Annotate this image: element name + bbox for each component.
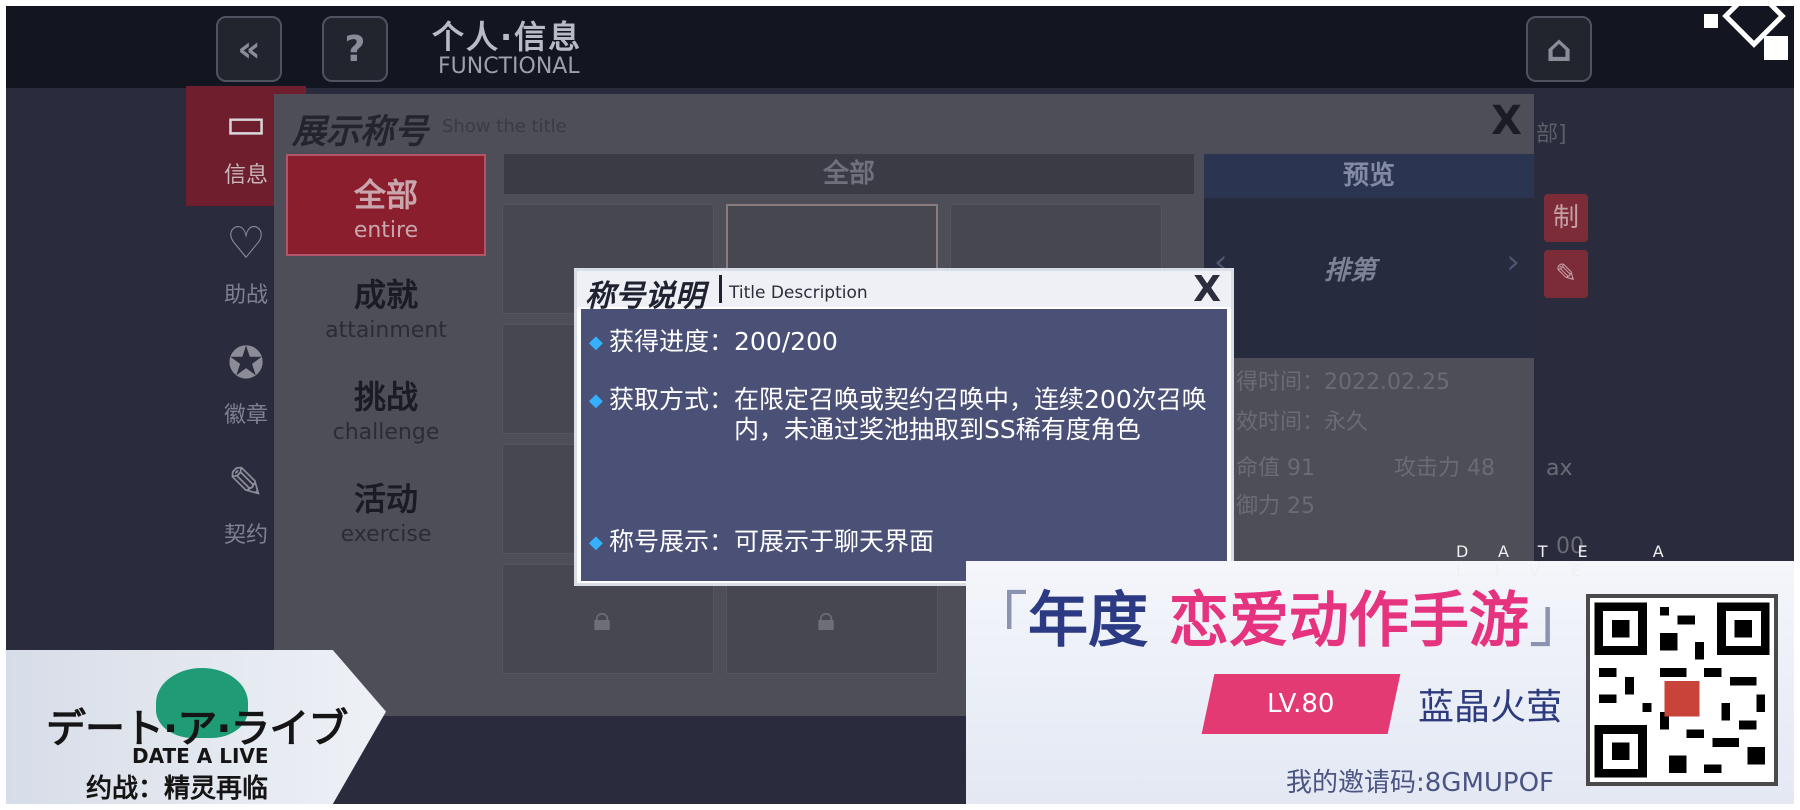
sidebar-item-label: 助战 [223, 283, 268, 308]
row-value: 可展示于聊天界面 [734, 527, 935, 556]
slogan-pink: 恋爱动作手游 [1168, 586, 1529, 656]
page-subtitle: FUNCTIONAL [438, 54, 580, 79]
back-arrow-icon: « [237, 28, 261, 70]
valid-time: 效时间：永久 [1236, 410, 1369, 435]
progress-row: ◆ 获得进度： 200/200 [589, 327, 838, 358]
player-nickname: 蓝晶火萤 [1418, 687, 1563, 728]
title-description-dialog: 称号说明 Title Description X ◆ 获得进度： 200/200… [574, 268, 1234, 586]
level-text: LV.80 [1267, 689, 1335, 719]
home-button[interactable]: ⌂ [1526, 16, 1592, 82]
tab-label: 活动 [353, 480, 418, 518]
promo-slogan: 「年度 恋爱动作手游」 [968, 572, 1589, 659]
lock-icon: 🔒︎ [817, 599, 836, 639]
dialog-subtitle: Title Description [729, 283, 868, 303]
right-tab-partial[interactable]: 部] [1536, 116, 1567, 148]
method-row: ◆ 获取方式： 在限定召唤或契约召唤中，连续200次召唤内，未通过奖池抽取到SS… [589, 385, 1214, 445]
row-value: 200/200 [734, 327, 838, 356]
tab-label: 全部 [353, 176, 418, 214]
row-value: 在限定召唤或契约召唤中，连续200次召唤内，未通过奖池抽取到SS稀有度角色 [734, 385, 1207, 444]
edit-button[interactable]: 制 [1544, 194, 1588, 242]
stat-max-partial: ax [1546, 456, 1573, 481]
diamond-bullet-icon: ◆ [589, 390, 603, 411]
tab-exercise[interactable]: 活动 exercise [286, 460, 486, 562]
dialog-body: ◆ 获得进度： 200/200 ◆ 获取方式： 在限定召唤或契约召唤中，连续20… [581, 309, 1227, 581]
dialog-close-button[interactable]: X [1193, 269, 1221, 310]
game-screen: « ? 个人·信息 FUNCTIONAL ⌂ ▭ 信息 ♡ 助战 ✪ 徽章 ✎ … [6, 6, 1794, 804]
category-tabs: 全部 entire 成就 attainment 挑战 challenge 活动 … [286, 154, 486, 562]
dialog-divider [719, 275, 722, 303]
edit-icon[interactable]: ✎ [1544, 250, 1588, 298]
qr-code-icon [1586, 594, 1778, 786]
panel-title: 展示称号 [292, 112, 428, 152]
tab-label: 挑战 [353, 378, 418, 416]
sidebar-item-label: 徽章 [223, 403, 268, 428]
help-button[interactable]: ? [322, 16, 388, 82]
preview-box: ‹ 排第 › [1204, 198, 1534, 358]
row-label: 称号展示： [609, 527, 735, 556]
page-title: 个人·信息 [432, 18, 583, 56]
sidebar-item-label: 信息 [223, 163, 268, 188]
tab-sublabel: exercise [340, 522, 432, 547]
stat-hp: 命值 91 [1236, 456, 1315, 481]
home-icon: ⌂ [1546, 28, 1572, 70]
obtain-time: 得时间：2022.02.25 [1236, 370, 1450, 395]
dialog-header: 称号说明 Title Description X [577, 269, 1231, 314]
preview-header: 预览 [1204, 154, 1534, 198]
logo-english: DATE A LIVE [132, 744, 269, 768]
tab-sublabel: challenge [332, 420, 440, 445]
tab-label: 成就 [353, 276, 418, 314]
tab-attainment[interactable]: 成就 attainment [286, 256, 486, 358]
row-label: 获得进度： [609, 327, 735, 356]
tab-sublabel: entire [353, 218, 419, 243]
lock-icon: 🔒︎ [593, 599, 612, 639]
logo-chinese: 约战：精灵再临 [86, 774, 269, 804]
tab-entire[interactable]: 全部 entire [286, 154, 486, 256]
invite-code: 我的邀请码:8GMUPOF [1286, 768, 1555, 798]
sidebar-item-label: 契约 [223, 523, 268, 548]
preview-badge-text: 排第 [1324, 256, 1377, 286]
slogan-bracket-close: 」 [1528, 586, 1589, 656]
row-label: 获取方式： [609, 385, 735, 414]
tab-sublabel: attainment [325, 318, 447, 343]
question-icon: ? [344, 28, 366, 70]
panel-close-button[interactable]: X [1491, 98, 1522, 144]
slogan-blue: 年度 [1028, 586, 1169, 656]
stat-atk: 攻击力 48 [1394, 456, 1495, 481]
next-arrow-icon[interactable]: › [1506, 242, 1520, 282]
slogan-bracket-open: 「 [968, 586, 1028, 656]
tab-challenge[interactable]: 挑战 challenge [286, 358, 486, 460]
display-row: ◆ 称号展示： 可展示于聊天界面 [589, 527, 934, 558]
diamond-bullet-icon: ◆ [589, 332, 603, 353]
diamond-bullet-icon: ◆ [589, 532, 603, 553]
corner-decoration-icon [1704, 6, 1788, 60]
back-button[interactable]: « [216, 16, 282, 82]
stat-def: 御力 25 [1236, 494, 1315, 519]
list-header: 全部 [504, 154, 1194, 194]
panel-subtitle: Show the title [442, 116, 567, 137]
level-badge: LV.80 [1201, 674, 1401, 734]
top-bar: « ? 个人·信息 FUNCTIONAL ⌂ [6, 6, 1794, 88]
